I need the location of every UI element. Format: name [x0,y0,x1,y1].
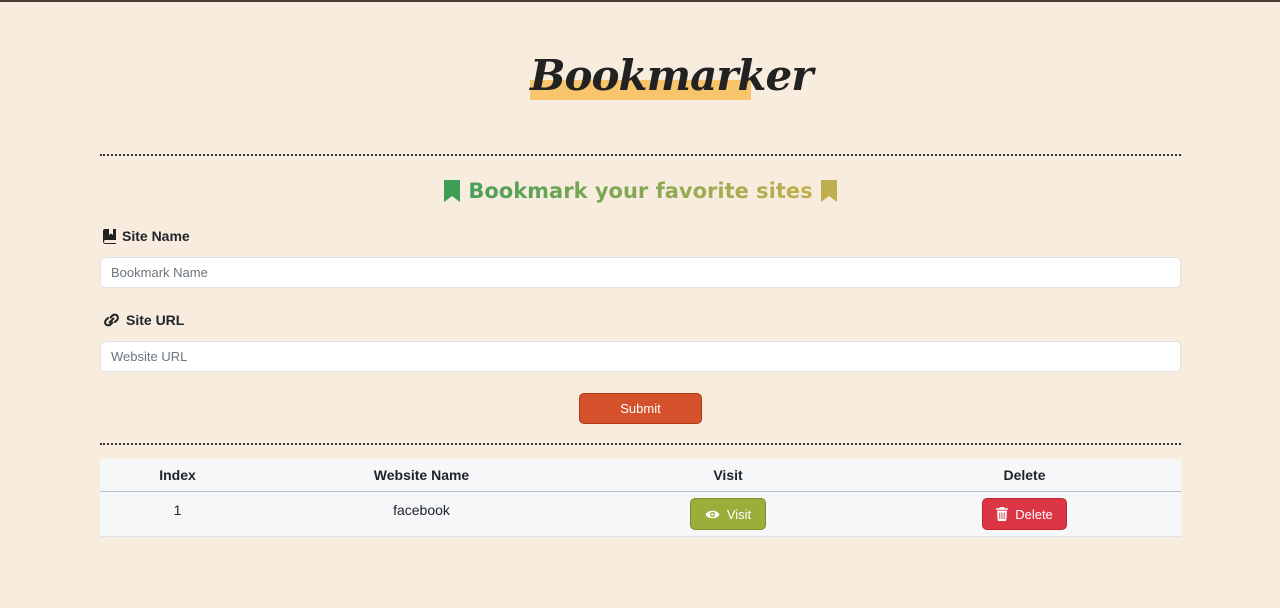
bookmark-icon [820,180,837,202]
visit-button[interactable]: Visit [690,498,766,530]
divider-bottom [100,443,1181,445]
book-bookmark-icon [103,228,116,244]
header-visit: Visit [713,467,743,483]
site-url-label: Site URL [103,310,184,330]
brand-title: Bookmarker [530,51,813,100]
link-icon [104,313,119,327]
header-website-name: Website Name [373,467,470,483]
row-website-name: facebook [393,502,450,518]
site-name-label: Site Name [103,226,190,246]
site-name-label-text: Site Name [122,228,190,244]
site-url-label-text: Site URL [126,312,185,328]
delete-button[interactable]: Delete [982,498,1067,530]
eye-icon [705,510,720,518]
bookmark-icon [444,180,461,202]
visit-cell: Visit [588,498,868,530]
delete-cell: Delete [868,498,1181,530]
row-index: 1 [173,502,182,518]
submit-button[interactable]: Submit [579,393,702,424]
site-url-input[interactable] [100,341,1181,372]
header-index: Index [159,467,196,483]
divider-top [100,154,1181,156]
trash-icon [996,507,1009,521]
form-heading: Bookmark your favorite sites [100,175,1181,206]
form-heading-text: Bookmark your favorite sites [468,179,813,203]
header-delete: Delete [1003,467,1046,483]
site-name-input[interactable] [100,257,1181,288]
visit-button-label: Visit [726,506,752,522]
delete-button-label: Delete [1015,506,1053,522]
brand: Bookmarker [530,46,813,108]
table-header: Index Website Name Visit Delete [100,459,1181,492]
bookmarks-table: Index Website Name Visit Delete 1 facebo… [100,459,1181,537]
table-row: 1 facebook Visit Delete [100,492,1181,537]
